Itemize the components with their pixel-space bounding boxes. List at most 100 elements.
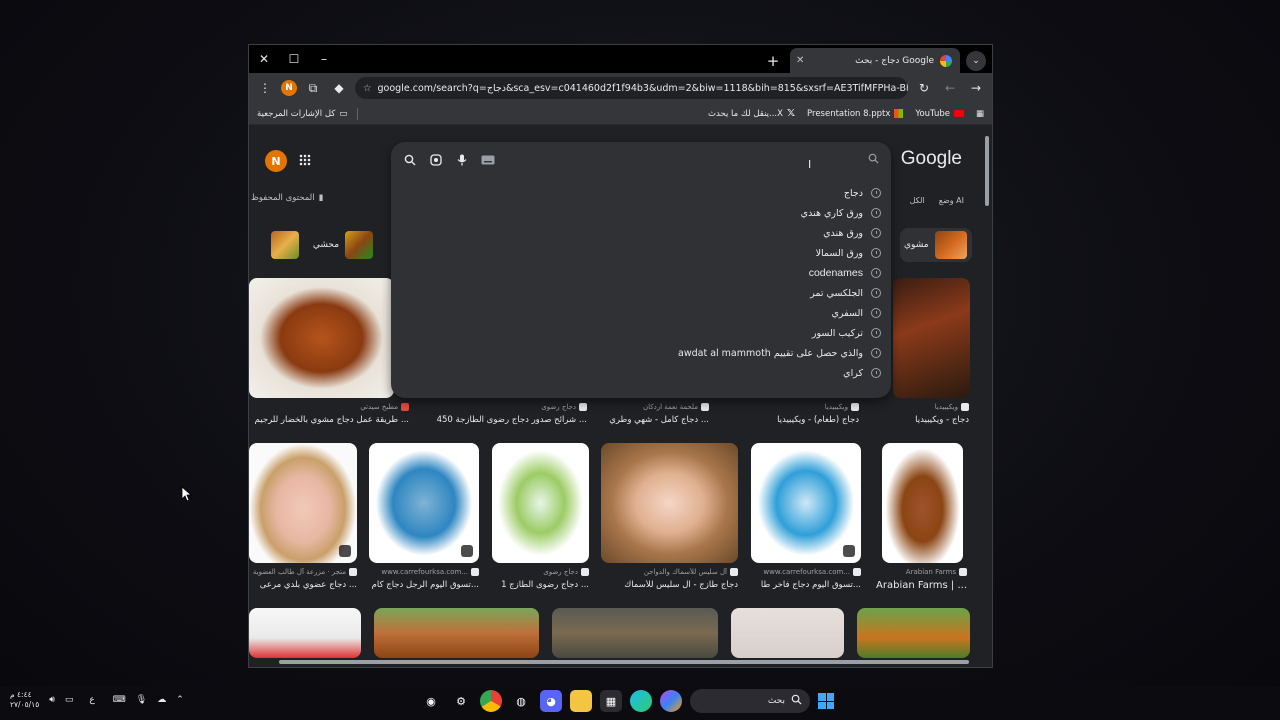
file-explorer-icon[interactable]	[570, 690, 592, 712]
copilot-app-icon[interactable]	[660, 690, 682, 712]
all-bookmarks-button[interactable]: كل الإشارات المرجعية ▭	[257, 109, 347, 119]
new-tab-button[interactable]: +	[762, 50, 784, 72]
taskbar-search[interactable]: بحث	[690, 689, 810, 713]
image-result[interactable]	[249, 608, 361, 658]
image-result[interactable]	[882, 443, 963, 563]
extensions-icon[interactable]: ⧉	[303, 78, 323, 98]
shopping-tag-icon	[843, 545, 855, 557]
youtube-icon	[953, 110, 964, 117]
vertical-scrollbar[interactable]	[983, 128, 991, 657]
image-caption[interactable]: دجاج رضوى الطازج 1 ...	[492, 580, 589, 590]
image-result[interactable]	[552, 608, 718, 658]
obs-app-icon[interactable]: ◉	[420, 690, 442, 712]
image-result[interactable]	[751, 443, 861, 563]
keyboard-tray-icon[interactable]: ⌨	[113, 695, 126, 705]
store-app-icon[interactable]: ▦	[600, 690, 622, 712]
source-favicon-icon	[730, 568, 738, 576]
extension-diamond-icon[interactable]: ◆	[329, 78, 349, 98]
bookmark-star-icon[interactable]: ☆	[363, 83, 372, 94]
image-caption[interactable]: دجاج كامل - شهي وطري ...	[609, 415, 709, 425]
address-bar[interactable]: ☆ google.com/search?q=دجاج&sca_esv=c0414…	[355, 77, 908, 99]
chip-label: محشي	[312, 240, 340, 250]
image-result[interactable]	[601, 443, 738, 563]
suggestion-item[interactable]: codenames	[391, 263, 891, 283]
image-result[interactable]	[893, 278, 970, 398]
settings-app-icon[interactable]: ⚙	[450, 690, 472, 712]
history-clock-icon	[871, 208, 881, 218]
edge-app-icon[interactable]	[630, 690, 652, 712]
chip-stuffed[interactable]: محشي	[267, 228, 377, 262]
microphone-icon[interactable]	[455, 153, 469, 167]
image-caption[interactable]: Arabian Farms | ...	[869, 580, 967, 591]
image-result[interactable]	[249, 278, 394, 398]
suggestion-item[interactable]: ورق كاري هندي	[391, 203, 891, 223]
suggestion-text: ورق كاري هندي	[800, 207, 863, 219]
filter-ai-mode[interactable]: وضع AI	[939, 196, 964, 205]
image-caption[interactable]: طريقة عمل دجاج مشوي بالخضار للرجيم ...	[249, 415, 409, 425]
suggestion-item[interactable]: ورق السمالا	[391, 243, 891, 263]
profile-avatar[interactable]: N	[281, 80, 297, 96]
google-logo[interactable]: Google	[901, 148, 962, 170]
image-result[interactable]	[249, 443, 357, 563]
image-caption[interactable]: دجاج عضوي بلدي مرعى ...	[249, 580, 357, 590]
bookmark-x-label: ينقل لك ما يحدث...X	[708, 108, 783, 119]
tab-active[interactable]: ✕ دجاج - بحث Google	[790, 48, 960, 73]
image-caption[interactable]: تسوق اليوم دجاج فاخر طا...	[751, 580, 861, 590]
suggestion-item[interactable]: السفري	[391, 303, 891, 323]
image-result[interactable]	[731, 608, 844, 658]
suggestion-item[interactable]: كراي	[391, 363, 891, 383]
chrome-app-icon[interactable]	[480, 690, 502, 712]
image-caption[interactable]: دجاج - ويكيبيديا	[889, 415, 969, 425]
chip-grilled[interactable]: مشوي	[900, 228, 972, 262]
scrollbar-thumb[interactable]	[279, 660, 969, 664]
bookmark-x[interactable]: ينقل لك ما يحدث...X 𝕏	[708, 108, 795, 119]
account-avatar[interactable]: N	[265, 150, 287, 172]
horizontal-scrollbar[interactable]	[253, 658, 978, 666]
clock[interactable]: ٤:٤٤ م ٢٧/٠٥/١٥	[10, 690, 39, 710]
minimize-button[interactable]: –	[309, 45, 339, 73]
suggestion-item[interactable]: ورق هندي	[391, 223, 891, 243]
title-bar: ✕ ☐ – + ✕ دجاج - بحث Google ⌄	[249, 45, 992, 73]
chevron-up-icon[interactable]: ⌃	[176, 695, 184, 705]
image-caption[interactable]: شرائح صدور دجاج رضوى الطازجة 450 ...	[427, 415, 587, 425]
image-result[interactable]	[369, 443, 479, 563]
forward-icon[interactable]: ←	[940, 78, 960, 98]
volume-icon[interactable]: 🔊︎	[49, 695, 55, 705]
scrollbar-thumb[interactable]	[985, 136, 989, 206]
image-caption[interactable]: دجاج طازج - آل سليس للأسماك	[601, 580, 738, 590]
suggestion-item[interactable]: تركيب السور	[391, 323, 891, 343]
mic-tray-icon[interactable]: 🎙︎	[136, 695, 147, 705]
image-result[interactable]	[374, 608, 539, 658]
image-caption[interactable]: تسوق اليوم الرجل دجاج كام...	[369, 580, 479, 590]
language-indicator[interactable]: ع	[89, 695, 94, 705]
image-result[interactable]	[492, 443, 589, 563]
tab-search-button[interactable]: ⌄	[966, 50, 986, 71]
bookmark-youtube[interactable]: YouTube	[915, 109, 964, 119]
search-filters: الكل وضع AI	[910, 196, 964, 205]
google-lens-icon[interactable]	[429, 153, 443, 167]
chip-thumb-2	[345, 231, 373, 259]
bookmark-presentation[interactable]: Presentation 8.pptx	[807, 109, 904, 119]
reload-icon[interactable]: ↻	[914, 78, 934, 98]
apps-grid-button[interactable]: ▦	[976, 109, 984, 119]
suggestion-item[interactable]: awdat al mammoth والذي حصل على تقييم	[391, 343, 891, 363]
tab-close-icon[interactable]: ✕	[796, 55, 804, 66]
app-icon[interactable]: ◍	[510, 690, 532, 712]
image-caption[interactable]: دجاج (طعام) - ويكيبيديا	[769, 415, 859, 425]
suggestion-item[interactable]: الجلكسي تمر	[391, 283, 891, 303]
suggestion-item[interactable]: دجاج	[391, 183, 891, 203]
search-icon[interactable]	[403, 153, 417, 167]
image-result[interactable]	[857, 608, 970, 658]
maximize-button[interactable]: ☐	[279, 45, 309, 73]
filter-all[interactable]: الكل	[910, 196, 925, 205]
saved-content-link[interactable]: المحتوى المحفوظ ▮	[251, 193, 323, 203]
google-apps-icon[interactable]	[299, 154, 311, 166]
cloud-icon[interactable]: ☁	[157, 695, 166, 705]
menu-kebab-icon[interactable]: ⋮	[255, 78, 275, 98]
discord-app-icon[interactable]: ◕	[540, 690, 562, 712]
close-window-button[interactable]: ✕	[249, 45, 279, 73]
keyboard-icon[interactable]	[481, 153, 495, 167]
back-icon[interactable]: →	[966, 78, 986, 98]
network-icon[interactable]: ▭	[65, 695, 74, 705]
windows-start-icon[interactable]	[818, 693, 834, 709]
